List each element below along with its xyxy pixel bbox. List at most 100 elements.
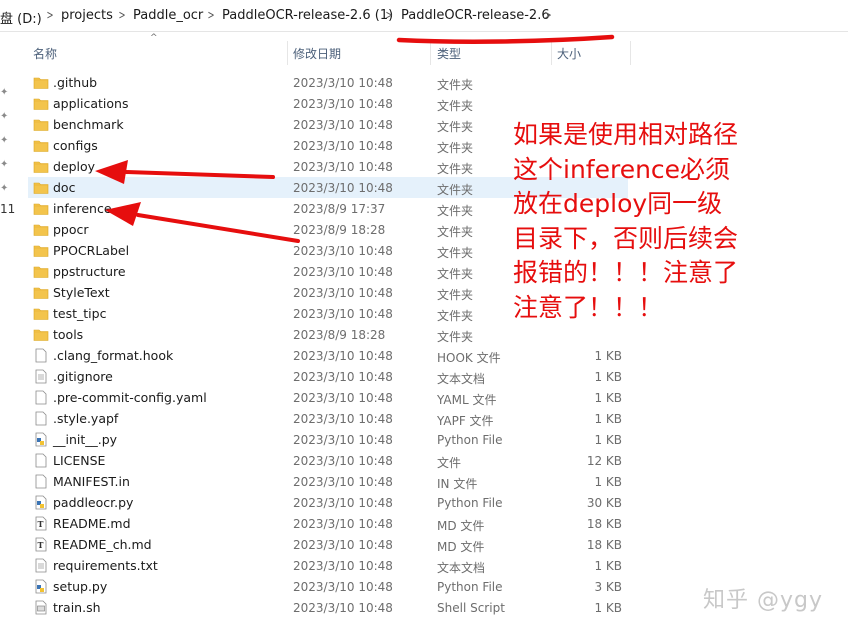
file-row[interactable]: __init__.py 2023/3/10 10:48 Python File 1 K… bbox=[28, 429, 628, 450]
file-type: 文件夹 bbox=[437, 246, 474, 260]
file-type: YAPF 文件 bbox=[437, 414, 494, 428]
file-row[interactable]: .clang_format.hook 2023/3/10 10:48 HOOK 文件… bbox=[28, 345, 628, 366]
file-name[interactable]: .clang_format.hook bbox=[53, 348, 173, 363]
file-row[interactable]: MANIFEST.in 2023/3/10 10:48 IN 文件 1 KB bbox=[28, 471, 628, 492]
column-divider[interactable] bbox=[430, 41, 431, 65]
file-row[interactable]: paddleocr.py 2023/3/10 10:48 Python File 30… bbox=[28, 492, 628, 513]
file-size: 1 KB bbox=[594, 559, 622, 573]
file-name[interactable]: deploy bbox=[53, 159, 95, 174]
file-size: 1 KB bbox=[594, 475, 622, 489]
breadcrumb-drive[interactable]: 盘 (D:) bbox=[0, 8, 42, 27]
file-name[interactable]: doc bbox=[53, 180, 75, 195]
file-row[interactable]: LICENSE 2023/3/10 10:48 文件 12 KB bbox=[28, 450, 628, 471]
column-divider[interactable] bbox=[551, 41, 552, 65]
svg-text:T: T bbox=[38, 540, 44, 550]
file-name[interactable]: ppstructure bbox=[53, 264, 126, 279]
breadcrumb-release-copy[interactable]: PaddleOCR-release-2.6 (1) bbox=[222, 8, 393, 23]
file-name[interactable]: .pre-commit-config.yaml bbox=[53, 390, 207, 405]
file-name[interactable]: applications bbox=[53, 96, 128, 111]
file-type: Python File bbox=[437, 496, 503, 510]
annotation-line: 如果是使用相对路径 bbox=[513, 120, 739, 149]
file-name[interactable]: MANIFEST.in bbox=[53, 474, 130, 489]
file-type: 文本文档 bbox=[437, 372, 486, 386]
file-name[interactable]: requirements.txt bbox=[53, 558, 158, 573]
file-name[interactable]: .gitignore bbox=[53, 369, 113, 384]
file-modified-date: 2023/8/9 18:28 bbox=[293, 223, 386, 237]
chevron-right-icon[interactable]: > bbox=[208, 8, 215, 22]
breadcrumb-paddle-ocr[interactable]: Paddle_ocr bbox=[133, 8, 203, 23]
file-row[interactable]: train.sh 2023/3/10 10:48 Shell Script 1 KB bbox=[28, 597, 628, 618]
file-name[interactable]: .style.yapf bbox=[53, 411, 118, 426]
file-type: 文件夹 bbox=[437, 309, 474, 323]
file-modified-date: 2023/3/10 10:48 bbox=[293, 601, 393, 615]
file-modified-date: 2023/3/10 10:48 bbox=[293, 370, 393, 384]
column-header-name[interactable]: 名称 bbox=[33, 45, 57, 62]
pin-icon[interactable]: ✦ bbox=[0, 183, 8, 194]
file-row[interactable]: .pre-commit-config.yaml 2023/3/10 10:48 YA… bbox=[28, 387, 628, 408]
file-name[interactable]: StyleText bbox=[53, 285, 110, 300]
file-modified-date: 2023/3/10 10:48 bbox=[293, 538, 393, 552]
column-header-size[interactable]: 大小 bbox=[557, 45, 581, 62]
annotation-line: 这个inference必须 bbox=[513, 154, 731, 184]
annotation-text: 如果是使用相对路径 这个inference必须 放在deploy同一级 目录下，否则后… bbox=[513, 118, 783, 325]
column-header-date[interactable]: 修改日期 bbox=[293, 45, 341, 62]
file-name[interactable]: README.md bbox=[53, 516, 131, 531]
file-name[interactable]: .github bbox=[53, 75, 97, 90]
file-type: YAML 文件 bbox=[437, 393, 497, 407]
file-modified-date: 2023/3/10 10:48 bbox=[293, 244, 393, 258]
file-name[interactable]: benchmark bbox=[53, 117, 124, 132]
pin-icon[interactable]: ✦ bbox=[0, 87, 8, 98]
file-name[interactable]: README_ch.md bbox=[53, 537, 152, 552]
chevron-right-icon[interactable]: > bbox=[545, 8, 552, 22]
file-size: 1 KB bbox=[594, 601, 622, 615]
file-row[interactable]: setup.py 2023/3/10 10:48 Python File 3 KB bbox=[28, 576, 628, 597]
file-row[interactable]: tools 2023/8/9 18:28 文件夹 bbox=[28, 324, 628, 345]
annotation-line: 目录下，否则后续会 bbox=[513, 223, 739, 253]
file-name[interactable]: train.sh bbox=[53, 600, 101, 615]
file-row[interactable]: applications 2023/3/10 10:48 文件夹 bbox=[28, 93, 628, 114]
file-row[interactable]: .github 2023/3/10 10:48 文件夹 bbox=[28, 72, 628, 93]
file-name[interactable]: paddleocr.py bbox=[53, 495, 133, 510]
pin-icon[interactable]: ✦ bbox=[0, 111, 8, 122]
file-name[interactable]: __init__.py bbox=[53, 432, 117, 447]
file-name[interactable]: tools bbox=[53, 327, 83, 342]
watermark: 知乎 @ygy bbox=[703, 588, 823, 613]
file-name[interactable]: configs bbox=[53, 138, 98, 153]
column-divider[interactable] bbox=[630, 41, 631, 65]
file-modified-date: 2023/3/10 10:48 bbox=[293, 496, 393, 510]
file-row[interactable]: .gitignore 2023/3/10 10:48 文本文档 1 KB bbox=[28, 366, 628, 387]
file-type: 文件 bbox=[437, 456, 462, 470]
breadcrumb-current-folder[interactable]: PaddleOCR-release-2.6 bbox=[401, 8, 550, 23]
annotation-line: 放在deploy同一级 bbox=[513, 189, 723, 218]
file-row[interactable]: .style.yapf 2023/3/10 10:48 YAPF 文件 1 KB bbox=[28, 408, 628, 429]
file-row[interactable]: T README_ch.md 2023/3/10 10:48 MD 文件 18 KB bbox=[28, 534, 628, 555]
file-type: IN 文件 bbox=[437, 477, 478, 491]
chevron-right-icon[interactable]: > bbox=[47, 8, 54, 22]
file-type: MD 文件 bbox=[437, 540, 485, 554]
address-bar[interactable]: 盘 (D:) > projects > Paddle_ocr > PaddleO… bbox=[0, 0, 848, 32]
chevron-right-icon[interactable]: > bbox=[386, 8, 393, 22]
file-name[interactable]: inference bbox=[53, 201, 112, 216]
file-modified-date: 2023/3/10 10:48 bbox=[293, 76, 393, 90]
pin-icon[interactable]: ✦ bbox=[0, 135, 8, 146]
pin-icon[interactable]: ✦ bbox=[0, 159, 8, 170]
file-type: 文件夹 bbox=[437, 225, 474, 239]
file-type: 文件夹 bbox=[437, 288, 474, 302]
file-row[interactable]: requirements.txt 2023/3/10 10:48 文本文档 1 KB bbox=[28, 555, 628, 576]
breadcrumb-projects[interactable]: projects bbox=[61, 8, 113, 23]
file-type: Python File bbox=[437, 580, 503, 594]
file-name[interactable]: LICENSE bbox=[53, 453, 105, 468]
nav-item-label[interactable]: 11 bbox=[0, 202, 15, 216]
column-header-type[interactable]: 类型 bbox=[437, 45, 461, 62]
file-name[interactable]: ppocr bbox=[53, 222, 89, 237]
file-name[interactable]: setup.py bbox=[53, 579, 107, 594]
file-name[interactable]: PPOCRLabel bbox=[53, 243, 129, 258]
file-name[interactable]: test_tipc bbox=[53, 306, 106, 321]
svg-text:T: T bbox=[38, 519, 44, 529]
file-type: Python File bbox=[437, 433, 503, 447]
file-size: 3 KB bbox=[594, 580, 622, 594]
file-type: 文件夹 bbox=[437, 99, 474, 113]
chevron-right-icon[interactable]: > bbox=[119, 8, 126, 22]
file-row[interactable]: T README.md 2023/3/10 10:48 MD 文件 18 KB bbox=[28, 513, 628, 534]
column-divider[interactable] bbox=[287, 41, 288, 65]
